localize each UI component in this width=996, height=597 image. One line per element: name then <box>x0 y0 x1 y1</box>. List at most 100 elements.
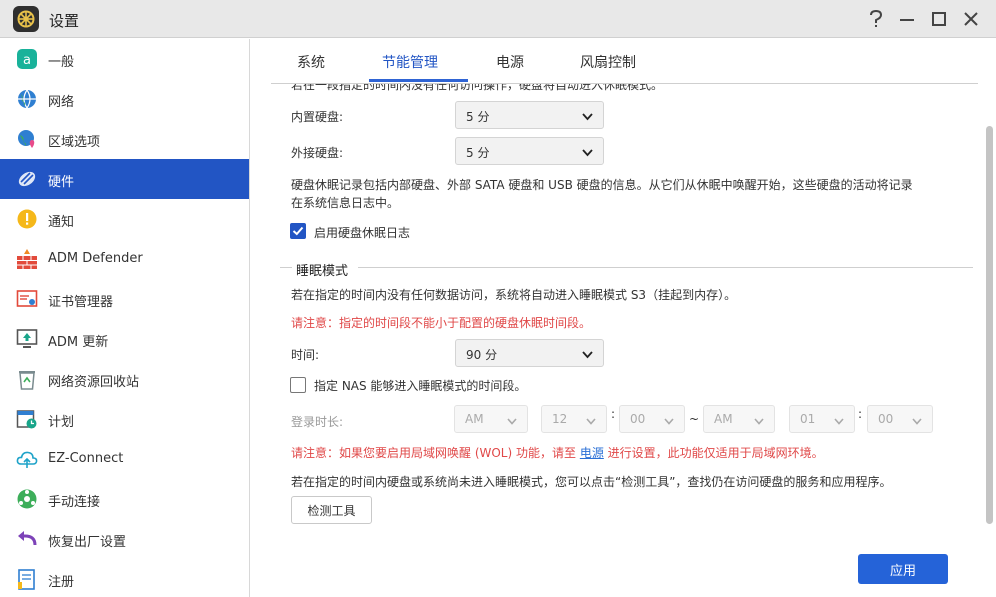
login-duration-label: 登录时长: <box>291 415 344 429</box>
certificate-icon <box>16 288 38 310</box>
chevron-down-icon <box>582 146 593 160</box>
firewall-icon <box>16 248 38 270</box>
tab-system[interactable]: 系统 <box>297 52 325 72</box>
chevron-down-icon <box>586 414 596 428</box>
tab-bar: 系统 节能管理 电源 风扇控制 <box>251 39 996 84</box>
hibernation-note-line1: 硬盘休眠记录包括内部硬盘、外部 SATA 硬盘和 USB 硬盘的信息。从它们从休… <box>291 178 913 192</box>
sidebar-item-recycle-bin[interactable]: 网络资源回收站 <box>0 359 249 399</box>
internal-disk-select[interactable]: 5 分 <box>455 101 604 129</box>
wol-warning: 请注意：如果您要启用局域网唤醒 (WOL) 功能，请至 电源 进行设置，此功能仅… <box>291 446 824 460</box>
sleep-mode-description: 若在指定的时间内没有任何数据访问，系统将自动进入睡眠模式 S3（挂起到内存）。 <box>291 288 737 302</box>
minimize-icon[interactable] <box>897 9 917 29</box>
manual-connect-icon <box>16 488 38 510</box>
enable-hibernation-log-checkbox[interactable] <box>290 223 306 239</box>
close-icon[interactable] <box>961 9 981 29</box>
section-divider-left <box>280 267 292 268</box>
svg-text:a: a <box>23 53 31 68</box>
time-colon: : <box>858 407 863 421</box>
hibernation-note-line2: 在系统信息日志中。 <box>291 196 400 210</box>
sidebar-item-label: 计划 <box>48 415 75 430</box>
range-separator: ~ <box>689 412 700 426</box>
sidebar-item-region[interactable]: 区域选项 <box>0 119 249 159</box>
external-disk-label: 外接硬盘: <box>291 146 344 160</box>
sidebar-item-label: 证书管理器 <box>48 295 114 310</box>
check-icon <box>292 226 304 236</box>
external-disk-select[interactable]: 5 分 <box>455 137 604 165</box>
chevron-down-icon <box>582 110 593 124</box>
recycle-bin-icon <box>16 368 38 390</box>
chevron-down-icon <box>754 414 764 428</box>
sidebar-item-register[interactable]: 注册 <box>0 559 249 597</box>
time-colon: : <box>611 407 616 421</box>
sleep-mode-title: 睡眠模式 <box>296 264 349 279</box>
notification-icon <box>16 208 38 230</box>
sidebar-item-general[interactable]: a 一般 <box>0 39 249 79</box>
help-icon[interactable] <box>866 9 886 29</box>
tab-power[interactable]: 电源 <box>496 52 524 72</box>
sleep-mode-warning: 请注意：指定的时间段不能小于配置的硬盘休眠时间段。 <box>291 316 592 330</box>
chevron-down-icon <box>912 414 922 428</box>
start-minute-select[interactable]: 00 <box>619 405 685 433</box>
sidebar-item-network[interactable]: 网络 <box>0 79 249 119</box>
sidebar-item-label: 网络 <box>48 95 75 110</box>
chevron-down-icon <box>664 414 674 428</box>
enable-hibernation-log-label: 启用硬盘休眠日志 <box>314 226 411 240</box>
sidebar-item-label: 一般 <box>48 55 75 70</box>
sidebar-item-notification[interactable]: 通知 <box>0 199 249 239</box>
title-bar: 设置 <box>0 0 996 38</box>
sidebar-item-certificate[interactable]: 证书管理器 <box>0 279 249 319</box>
sidebar-item-adm-defender[interactable]: ADM Defender <box>0 239 249 279</box>
schedule-icon <box>16 408 38 430</box>
sidebar-item-adm-update[interactable]: ADM 更新 <box>0 319 249 359</box>
active-tab-indicator <box>369 79 468 82</box>
sidebar-item-ez-connect[interactable]: EZ-Connect <box>0 439 249 479</box>
start-ampm-select[interactable]: AM <box>454 405 528 433</box>
sidebar-item-label: 网络资源回收站 <box>48 375 140 390</box>
sidebar-item-label: EZ-Connect <box>48 451 124 466</box>
sidebar: a 一般 网络 区域选项 硬件 通知 ADM Defender 证书管理器 AD… <box>0 39 250 597</box>
power-saving-panel: 若在一段指定的时间内没有任何访问操作，硬盘将自动进入休眠模式。 内置硬盘: 5 … <box>251 84 996 597</box>
detect-tool-button[interactable]: 检测工具 <box>291 496 372 524</box>
specify-sleep-period-checkbox[interactable] <box>290 377 306 393</box>
sidebar-item-schedule[interactable]: 计划 <box>0 399 249 439</box>
region-icon <box>16 128 38 150</box>
settings-app-icon <box>13 6 39 32</box>
sidebar-item-label: 恢复出厂设置 <box>48 535 127 550</box>
sidebar-item-label: ADM Defender <box>48 251 143 266</box>
sleep-time-select[interactable]: 90 分 <box>455 339 604 367</box>
tab-fan-control[interactable]: 风扇控制 <box>580 52 636 72</box>
chevron-down-icon <box>582 348 593 362</box>
scrollbar-thumb[interactable] <box>986 126 993 524</box>
sidebar-item-manual-connect[interactable]: 手动连接 <box>0 479 249 519</box>
sidebar-item-label: 通知 <box>48 215 75 230</box>
sidebar-item-label: 手动连接 <box>48 495 101 510</box>
register-icon <box>16 568 38 590</box>
power-tab-link[interactable]: 电源 <box>580 446 604 460</box>
section-divider-right <box>358 267 973 268</box>
sidebar-item-label: 硬件 <box>48 175 75 190</box>
update-icon <box>16 328 38 350</box>
sidebar-item-hardware[interactable]: 硬件 <box>0 159 249 199</box>
detect-tool-note: 若在指定的时间内硬盘或系统尚未进入睡眠模式，您可以点击“检测工具”，查找仍在访问… <box>291 475 892 489</box>
apply-button[interactable]: 应用 <box>858 554 948 584</box>
sidebar-item-factory-reset[interactable]: 恢复出厂设置 <box>0 519 249 559</box>
chevron-down-icon <box>507 414 517 428</box>
end-ampm-select[interactable]: AM <box>703 405 775 433</box>
window-title: 设置 <box>49 12 80 30</box>
general-icon: a <box>16 48 38 70</box>
factory-reset-icon <box>16 528 38 550</box>
maximize-icon[interactable] <box>929 9 949 29</box>
sidebar-item-label: 注册 <box>48 575 75 590</box>
end-hour-select[interactable]: 01 <box>789 405 855 433</box>
tab-power-saving[interactable]: 节能管理 <box>382 52 438 72</box>
hardware-icon <box>16 168 38 190</box>
cloud-icon <box>16 448 38 470</box>
end-minute-select[interactable]: 00 <box>867 405 933 433</box>
sidebar-item-label: 区域选项 <box>48 135 101 150</box>
globe-icon <box>16 88 38 110</box>
chevron-down-icon <box>834 414 844 428</box>
sleep-time-label: 时间: <box>291 348 320 362</box>
internal-disk-label: 内置硬盘: <box>291 110 344 124</box>
sidebar-item-label: ADM 更新 <box>48 335 109 350</box>
start-hour-select[interactable]: 12 <box>541 405 607 433</box>
